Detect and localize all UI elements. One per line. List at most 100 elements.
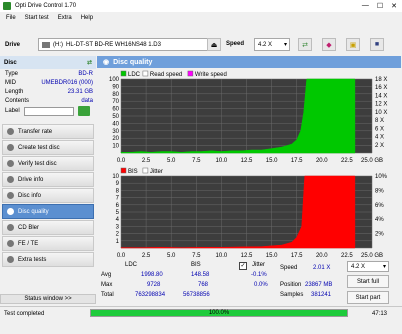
save-button[interactable]: ■ [370, 38, 384, 51]
max-label: Max [101, 282, 113, 288]
y-tick-label: 60 [112, 107, 119, 113]
y-tick-label: 50 [112, 114, 119, 120]
nav-item-drive-info[interactable]: Drive info [2, 172, 94, 187]
legend-label: BIS [128, 169, 138, 175]
nav-item-label: Extra tests [18, 256, 47, 263]
legend-swatch [142, 167, 149, 174]
menu-file[interactable]: File [6, 15, 16, 21]
save-icon: ■ [374, 41, 380, 48]
main-panel: ◉ Disc quality LDC Read speed Write speed 0… [97, 56, 401, 306]
avg-label: Avg [101, 272, 112, 278]
nav-item-label: FE / TE [18, 240, 39, 247]
nav-item-fe-te[interactable]: FE / TE [2, 236, 94, 251]
info-value: BD-R [78, 70, 93, 77]
legend-label: Read speed [150, 72, 182, 78]
speed-stat-label: Speed [280, 265, 298, 271]
jitter-checkbox[interactable]: ✓ [239, 262, 247, 270]
y-tick-label: 90 [112, 84, 119, 90]
legend-label: Jitter [150, 169, 163, 175]
x-tick-label: 5.0 [167, 158, 176, 164]
info-value: UMEBDR016 (000) [41, 79, 93, 86]
menu-extra[interactable]: Extra [58, 15, 72, 21]
label-apply-button[interactable] [77, 106, 90, 116]
label-input[interactable] [23, 106, 74, 116]
drive-select[interactable]: (H:) HL-DT-ST BD-RE WH16NS48 1.D3 ▾ [38, 38, 216, 51]
x-tick-label: 7.5 [192, 158, 201, 164]
copy-icon: ▣ [349, 41, 357, 49]
drive-name: HL-DT-ST BD-RE WH16NS48 1.D3 [66, 41, 161, 48]
samples-value: 381241 [311, 292, 332, 298]
ldc-total: 763298834 [135, 292, 166, 298]
disc-info-row: Length 23.31 GB [0, 87, 96, 96]
panel-title-text: Disc quality [113, 58, 153, 66]
side-panel: Disc ⇄ Type BD-R MID UMEBDR016 (000) Lengt… [0, 56, 96, 306]
nav-item-label: Create test disc [18, 144, 60, 151]
nav-icon [7, 208, 14, 215]
nav-item-transfer-rate[interactable]: Transfer rate [2, 124, 94, 139]
close-button[interactable]: ✕ [391, 2, 397, 10]
chevron-down-icon: ▾ [283, 42, 287, 48]
legend-swatch [120, 167, 127, 174]
menu-help[interactable]: Help [81, 15, 93, 21]
start-part-button[interactable]: Start part [347, 291, 389, 304]
nav-item-label: Disc quality [18, 208, 49, 215]
maximize-button[interactable]: ☐ [377, 2, 383, 10]
y2-tick-label: 10 X [375, 110, 387, 116]
eject-button[interactable]: ⏏ [207, 38, 221, 51]
bis-max: 768 [198, 282, 209, 288]
jitter-label: Jitter [252, 262, 266, 268]
nav-icon [7, 224, 14, 231]
title-bar: Opti Drive Control 1.70 — ☐ ✕ [0, 0, 402, 12]
nav-item-disc-quality[interactable]: Disc quality [2, 204, 94, 219]
speed-label: Speed [226, 41, 245, 47]
disc-info-row: Contents data [0, 96, 96, 105]
copy-button[interactable]: ▣ [346, 38, 360, 51]
minimize-button[interactable]: — [362, 2, 369, 10]
legend-swatch [142, 70, 149, 77]
nav-item-verify-test-disc[interactable]: Verify test disc [2, 156, 94, 171]
y-tick-label: 8 [116, 188, 120, 194]
legend-label: LDC [128, 72, 141, 78]
refresh-icon: ⇄ [302, 41, 308, 49]
nav-item-create-test-disc[interactable]: Create test disc [2, 140, 94, 155]
nav-item-cd-bler[interactable]: CD Bler [2, 220, 94, 235]
y-tick-label: 3 [116, 224, 120, 230]
drive-icon [42, 41, 50, 48]
y2-tick-label: 2 X [375, 143, 384, 149]
info-key: MID [5, 79, 16, 86]
menu-start-test[interactable]: Start test [25, 15, 49, 21]
start-full-button[interactable]: Start full [347, 275, 389, 288]
nav-icon [7, 256, 14, 263]
x-tick-label: 10.0 [216, 158, 228, 164]
jitter-avg: -0.1% [251, 272, 267, 278]
toolbar: Drive (H:) HL-DT-ST BD-RE WH16NS48 1.D3 … [0, 36, 402, 54]
nav-icon [7, 192, 14, 199]
erase-button[interactable]: ◆ [322, 38, 336, 51]
eraser-icon: ◆ [326, 41, 332, 49]
refresh-button[interactable]: ⇄ [298, 38, 312, 51]
y2-tick-label: 8% [375, 188, 384, 194]
y2-tick-label: 18 X [375, 77, 387, 83]
y-tick-label: 4 [116, 217, 120, 223]
x-tick-label: 17.5 [291, 158, 303, 164]
nav-item-disc-info[interactable]: Disc info [2, 188, 94, 203]
speed-select[interactable]: 4.2 X ▾ [254, 38, 290, 51]
nav-item-extra-tests[interactable]: Extra tests [2, 252, 94, 267]
y-tick-label: 10 [112, 144, 119, 150]
status-text: Test completed [4, 310, 45, 317]
drive-label: Drive [5, 42, 21, 48]
y-tick-label: 5 [116, 210, 120, 216]
refresh-icon[interactable]: ⇄ [87, 59, 92, 66]
y-tick-label: 9 [116, 181, 120, 187]
y2-tick-label: 16 X [375, 85, 387, 91]
y-tick-label: 1 [116, 239, 120, 245]
ldc-avg: 1998.80 [141, 272, 163, 278]
progress-bar: 100.0% [90, 309, 348, 317]
x-tick-label: 12.5 [241, 158, 253, 164]
test-speed-select[interactable]: 4.2 X ▾ [347, 261, 389, 272]
nav-item-label: Verify test disc [18, 160, 57, 167]
y-tick-label: 30 [112, 129, 119, 135]
x-tick-label: 20.0 [316, 158, 328, 164]
status-window-button[interactable]: Status window >> [0, 294, 96, 304]
total-label: Total [101, 292, 114, 298]
